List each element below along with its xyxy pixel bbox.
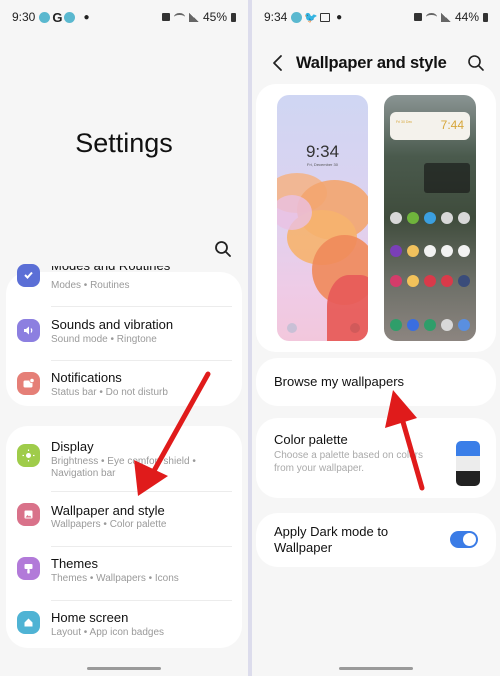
navigation-handle[interactable] [339,667,413,670]
palette-color-blue [456,441,480,456]
camera-shortcut-icon [350,323,360,333]
speaker-icon [17,319,40,342]
more-notifications-dot: ● [336,11,343,23]
palette-color-light [456,456,480,471]
wallpaper-preview-card: 9:34 Fri, December 30 Fri 30 Dec 7:44 [256,84,496,352]
settings-item-notifications[interactable]: Notifications Status bar • Do not distur… [6,364,242,418]
home-icon [17,611,40,634]
back-button[interactable] [270,53,286,73]
lock-clock: 9:34 [305,142,340,161]
wallpaper-icon [17,503,40,526]
clock-widget: Fri 30 Dec 7:44 [390,112,470,140]
wifi-icon [425,13,437,21]
page-title: Wallpaper and style [296,54,447,72]
battery-icon [483,12,488,22]
divider [51,306,232,307]
wifi-icon [173,13,185,21]
status-bar: 9:34 🐦 ● 44% [252,0,500,34]
page-title: Settings [75,128,173,158]
twitter-icon: 🐦 [304,11,319,24]
notification-app-icon [291,11,303,23]
wallpaper-style-screen: 9:34 🐦 ● 44% Wallpaper and style 9:34 Fr… [252,0,500,676]
notification-icon [17,372,40,395]
toggle-knob [462,532,477,547]
dark-mode-wallpaper-row[interactable]: Apply Dark mode to Wallpaper [256,513,496,567]
settings-item-display[interactable]: Display Brightness • Eye comfort shield … [6,426,242,490]
notification-app-icon [64,11,76,23]
themes-icon [17,557,40,580]
lock-screen-preview[interactable]: 9:34 Fri, December 30 [277,95,368,341]
alarm-icon [413,13,422,21]
settings-group-2: Display Brightness • Eye comfort shield … [6,426,242,648]
search-icon[interactable] [214,240,232,258]
settings-screen: 9:30 G ● 45% Settings Modes and Routines… [0,0,248,676]
modes-routines-icon [17,264,40,287]
notification-app-icon [39,11,51,23]
search-icon[interactable] [467,54,485,72]
browse-wallpapers-button[interactable]: Browse my wallpapers [256,358,496,406]
battery-percent: 44% [454,10,479,24]
settings-group-1: Modes and Routines Modes • Routines Soun… [6,264,242,406]
settings-item-sounds-vibration[interactable]: Sounds and vibration Sound mode • Ringto… [6,310,242,364]
signal-icon [188,12,199,22]
battery-percent: 45% [202,10,227,24]
display-icon [17,444,40,467]
palette-color-dark [456,471,480,486]
dark-mode-toggle[interactable] [450,531,478,548]
color-palette-swatch[interactable] [456,441,480,486]
more-notifications-dot: ● [83,11,90,23]
status-time: 9:34 [264,10,288,24]
divider [51,491,232,492]
settings-item-themes[interactable]: Themes Themes • Wallpapers • Icons [6,548,242,602]
settings-item-home-screen[interactable]: Home screen Layout • App icon badges [6,602,242,656]
weather-widget [424,163,470,193]
calendar-icon [320,12,331,22]
home-screen-preview[interactable]: Fri 30 Dec 7:44 [384,95,476,341]
divider [51,600,232,601]
signal-icon [440,12,451,22]
divider [51,546,232,547]
phone-shortcut-icon [287,323,297,333]
alarm-icon [161,13,170,21]
battery-icon [231,12,236,22]
lock-date: Fri, December 30 [307,162,338,167]
status-bar: 9:30 G ● 45% [0,0,248,34]
navigation-handle[interactable] [87,667,161,670]
color-palette-row[interactable]: Color palette Choose a palette based on … [256,418,496,498]
settings-item-wallpaper-style[interactable]: Wallpaper and style Wallpapers • Color p… [6,494,242,548]
google-icon: G [52,9,63,25]
divider [51,360,232,361]
settings-item-modes-routines[interactable]: Modes and Routines Modes • Routines [6,258,242,312]
status-time: 9:30 [12,10,36,24]
